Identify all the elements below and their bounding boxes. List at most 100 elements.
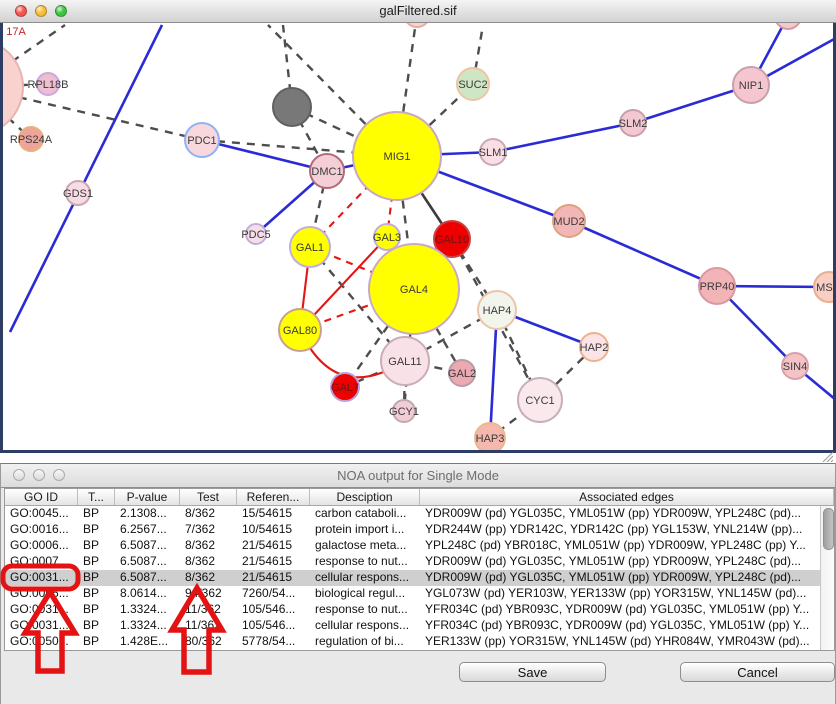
- network-node-17a[interactable]: 17A: [6, 26, 26, 38]
- cell: BP: [78, 554, 115, 570]
- cell: YDR244W (pp) YDR142C, YDR142C (pp) YGL15…: [420, 522, 820, 538]
- node-label: MIG1: [384, 151, 411, 163]
- cell: response to nut...: [310, 602, 420, 618]
- table-row[interactable]: GO:0006...BP6.5087...8/36221/54615galact…: [5, 538, 820, 554]
- network-node-hap4[interactable]: HAP4: [478, 291, 516, 329]
- table-row[interactable]: GO:0016...BP6.2567...7/36210/54615protei…: [5, 522, 820, 538]
- minimize-button[interactable]: [33, 469, 45, 481]
- cell: GO:0031...: [5, 618, 78, 634]
- network-node-gray[interactable]: [273, 88, 311, 126]
- node-label: GAL80: [283, 325, 317, 337]
- network-node-gal11[interactable]: GAL11: [381, 337, 429, 385]
- column-header-test[interactable]: Test: [180, 489, 237, 505]
- table-row[interactable]: GO:0065...BP8.0614...94/3627260/54...bio…: [5, 586, 820, 602]
- table-row[interactable]: GO:0045...BP2.1308...8/36215/54615carbon…: [5, 506, 820, 522]
- resize-grip-icon[interactable]: [817, 452, 833, 462]
- zoom-button[interactable]: [55, 5, 67, 17]
- cell: 6.5087...: [115, 554, 180, 570]
- cell: GO:0031...: [5, 570, 78, 586]
- table-row[interactable]: GO:0050...BP1.428E...80/3625778/54...reg…: [5, 634, 820, 650]
- cell: 80/362: [180, 634, 237, 650]
- cell: YER133W (pp) YOR315W, YNL145W (pd) YHR08…: [420, 634, 820, 650]
- network-node-hap3[interactable]: HAP3: [475, 423, 505, 450]
- network-node-gal7[interactable]: GAL7: [331, 373, 359, 401]
- network-node-gal80[interactable]: GAL80: [279, 309, 321, 351]
- cell: YDR009W (pd) YGL035C, YML051W (pp) YDR00…: [420, 570, 820, 586]
- column-header-pvalue[interactable]: P-value: [115, 489, 180, 505]
- network-node-top2[interactable]: [775, 23, 801, 29]
- node-label: RPL18B: [28, 79, 69, 91]
- node-label: GDS1: [63, 188, 93, 200]
- network-graph[interactable]: 17A RPL18B RPS24A GDS1 PDC1 DMC1 MIG1 SUC2 SLM1 S…: [0, 23, 836, 450]
- cell: GO:0050...: [5, 634, 78, 650]
- cell: regulation of bi...: [310, 634, 420, 650]
- node-label: MUD2: [553, 216, 584, 228]
- column-header-associatededges[interactable]: Associated edges: [420, 489, 834, 505]
- network-node-gal4[interactable]: GAL4: [369, 244, 459, 334]
- node-label: GAL4: [400, 284, 428, 296]
- column-header-referen[interactable]: Referen...: [237, 489, 310, 505]
- network-node-nip1[interactable]: NIP1: [733, 67, 769, 103]
- network-node-gal2[interactable]: GAL2: [448, 360, 476, 386]
- network-node-mud2[interactable]: MUD2: [553, 205, 585, 237]
- cell: 8.0614...: [115, 586, 180, 602]
- network-node-cyc1[interactable]: CYC1: [518, 378, 562, 422]
- cancel-button[interactable]: Cancel: [680, 662, 835, 682]
- save-button[interactable]: Save: [459, 662, 606, 682]
- cell: GO:0031...: [5, 602, 78, 618]
- network-node-prp40[interactable]: PRP40: [699, 268, 735, 304]
- vertical-scrollbar[interactable]: [820, 506, 834, 650]
- table-header-row: GO IDT...P-valueTestReferen...Desciption…: [5, 489, 834, 506]
- network-node-gds1[interactable]: GDS1: [63, 181, 93, 205]
- table-row[interactable]: GO:0031...BP1.3324...11/362105/546...cel…: [5, 618, 820, 634]
- table-row[interactable]: GO:0031...BP6.5087...8/36221/54615cellul…: [5, 570, 820, 586]
- cell: 8/362: [180, 554, 237, 570]
- network-node-suc2[interactable]: SUC2: [457, 68, 489, 100]
- noa-window-title: NOA output for Single Mode: [337, 468, 499, 483]
- cell: 1.3324...: [115, 618, 180, 634]
- minimize-button[interactable]: [35, 5, 47, 17]
- network-node-gal1[interactable]: GAL1: [290, 227, 330, 267]
- column-header-t[interactable]: T...: [78, 489, 115, 505]
- table-body: GO:0045...BP2.1308...8/36215/54615carbon…: [5, 506, 820, 650]
- scrollbar-thumb[interactable]: [823, 508, 834, 550]
- network-node-rpl18b[interactable]: RPL18B: [28, 73, 69, 95]
- table-row[interactable]: GO:0007...BP6.5087...8/36221/54615respon…: [5, 554, 820, 570]
- cell: 21/54615: [237, 538, 310, 554]
- graph-window-titlebar[interactable]: galFiltered.sif: [0, 0, 836, 23]
- node-label: GAL1: [296, 242, 324, 254]
- table-row[interactable]: GO:0031...BP1.3324...11/362105/546...res…: [5, 602, 820, 618]
- cell: GO:0065...: [5, 586, 78, 602]
- network-node-gcy1[interactable]: GCY1: [389, 400, 419, 422]
- noa-window-titlebar[interactable]: NOA output for Single Mode: [1, 464, 835, 488]
- close-button[interactable]: [15, 5, 27, 17]
- network-node-hap2[interactable]: HAP2: [580, 333, 609, 361]
- cell: 10/54615: [237, 522, 310, 538]
- network-node-pdc1[interactable]: PDC1: [185, 123, 219, 157]
- cell: GO:0006...: [5, 538, 78, 554]
- cell: cellular respons...: [310, 618, 420, 634]
- network-node-sin4[interactable]: SIN4: [782, 353, 808, 379]
- cell: BP: [78, 586, 115, 602]
- view-frame-bottom: [0, 450, 836, 453]
- network-canvas[interactable]: 17A RPL18B RPS24A GDS1 PDC1 DMC1 MIG1 SUC2 SLM1 S…: [0, 23, 836, 450]
- node-label: RPS24A: [10, 134, 53, 146]
- network-node-gal3[interactable]: GAL3: [373, 224, 401, 250]
- network-node-pdc5[interactable]: PDC5: [241, 224, 270, 244]
- column-header-desciption[interactable]: Desciption: [310, 489, 420, 505]
- network-node-mig1[interactable]: MIG1: [353, 112, 441, 200]
- network-node-slm1[interactable]: SLM1: [479, 139, 508, 165]
- node-label: 17A: [6, 26, 26, 38]
- network-node-dmc1[interactable]: DMC1: [310, 154, 344, 188]
- cell: 105/546...: [237, 602, 310, 618]
- network-edge: [493, 123, 633, 152]
- column-header-goid[interactable]: GO ID: [5, 489, 78, 505]
- cell: 1.3324...: [115, 602, 180, 618]
- network-node-slm2[interactable]: SLM2: [619, 110, 648, 136]
- zoom-button[interactable]: [53, 469, 65, 481]
- cell: BP: [78, 538, 115, 554]
- network-node-top1[interactable]: [404, 23, 430, 27]
- close-button[interactable]: [13, 469, 25, 481]
- node-label: SIN4: [783, 361, 807, 373]
- network-node-rps24a[interactable]: RPS24A: [10, 127, 53, 151]
